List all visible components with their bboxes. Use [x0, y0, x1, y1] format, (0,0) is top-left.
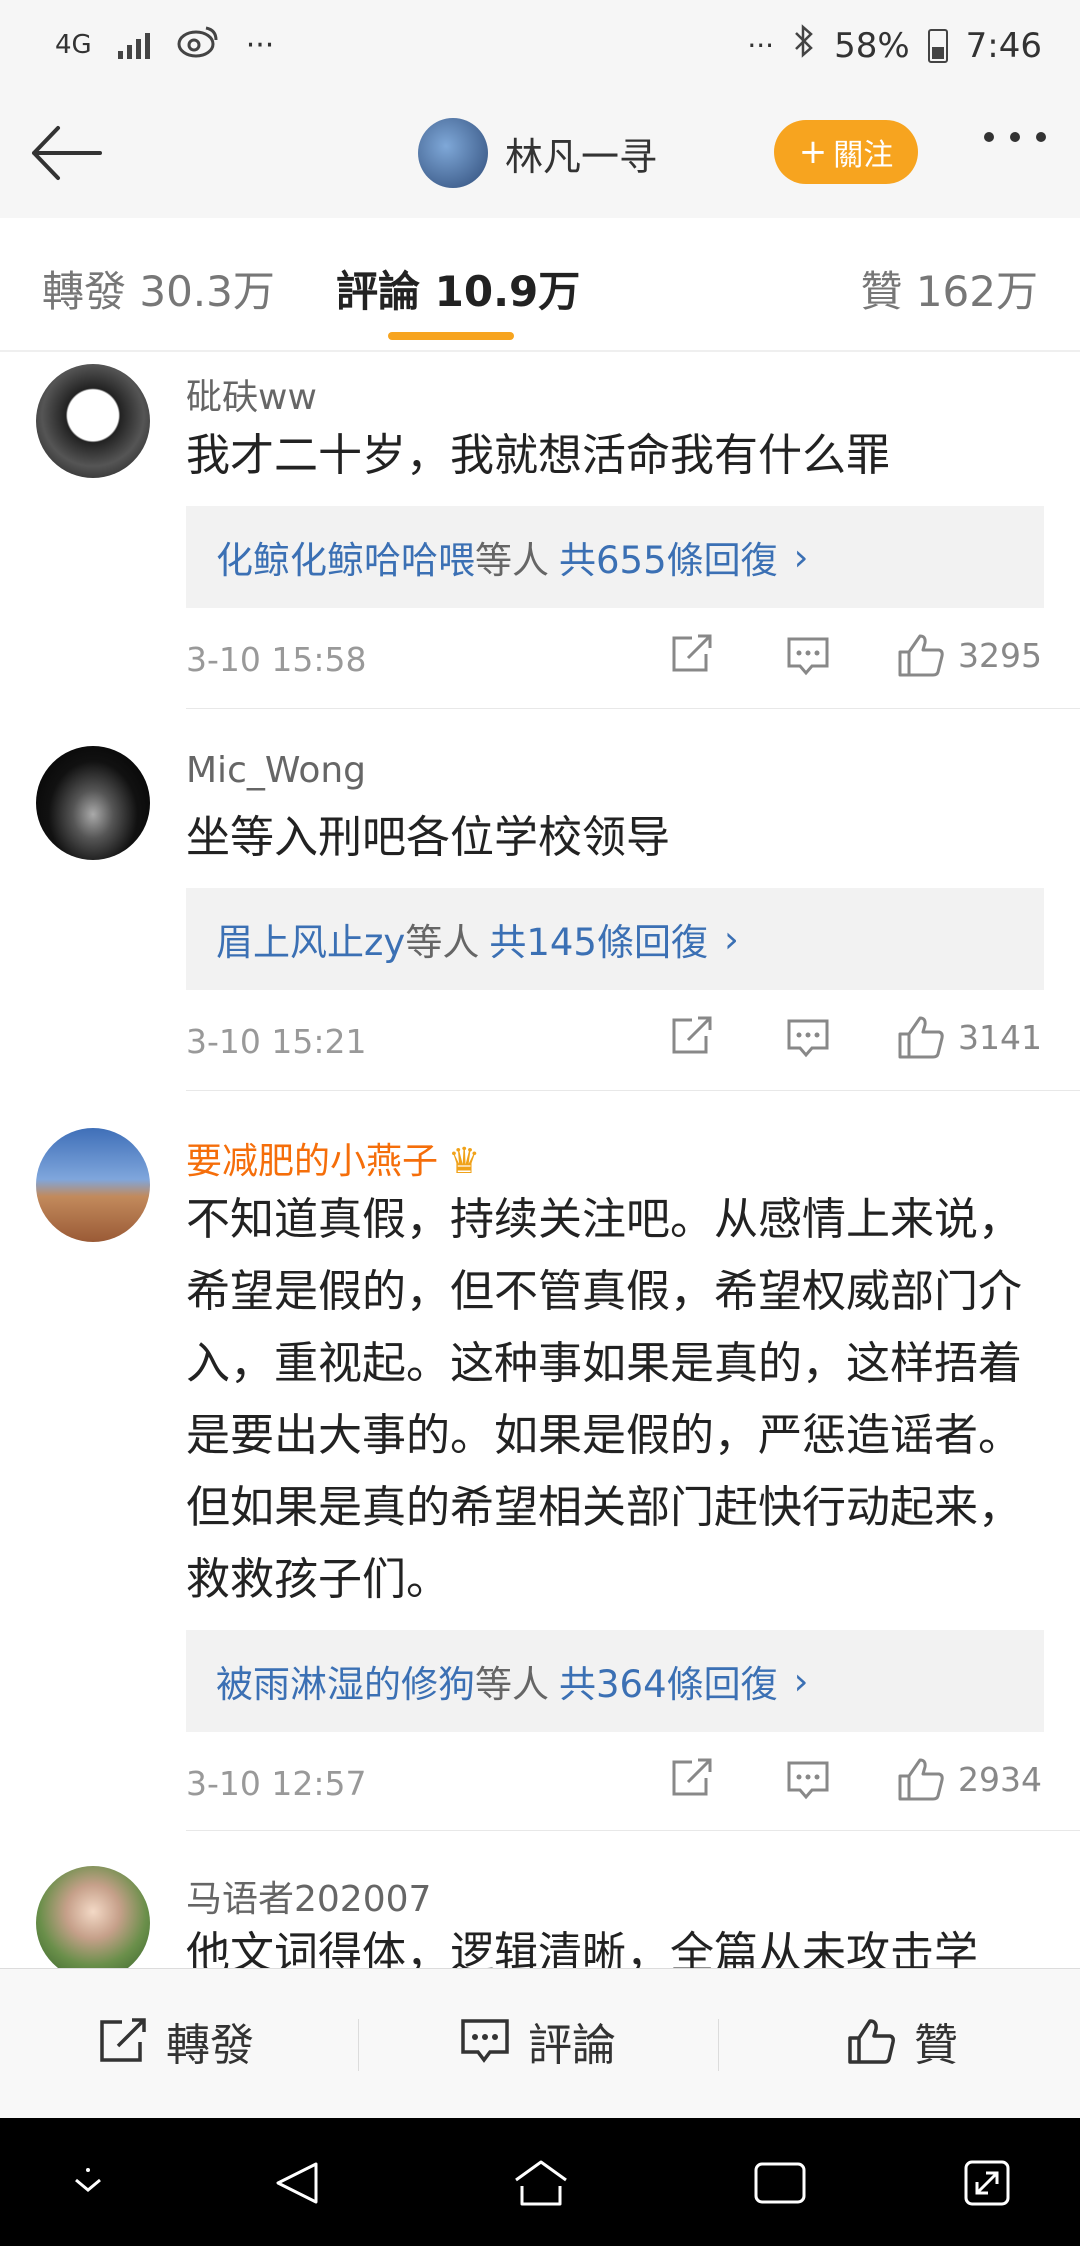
like-comment-button[interactable]: 2934 [896, 1756, 1042, 1802]
plus-icon: + [798, 132, 828, 172]
commenter-avatar[interactable] [36, 1128, 150, 1242]
like-label: 贊 [914, 2020, 958, 2071]
commenter-name[interactable]: Mic_Wong [186, 750, 366, 791]
bottom-action-bar: 轉發 評論 贊 [0, 1968, 1080, 2119]
more-options-button[interactable] [984, 132, 1046, 142]
comment-divider [186, 1090, 1080, 1091]
reply-users: 化鲸化鲸哈哈喂 [216, 539, 475, 582]
like-count: 3141 [958, 1017, 1042, 1057]
share-icon [672, 1758, 712, 1796]
commenter-avatar[interactable] [36, 364, 150, 478]
reply-mid: 等人 [475, 1663, 549, 1706]
reply-mid: 等人 [405, 921, 480, 964]
back-arrow-icon [32, 126, 102, 180]
crown-badge-icon: ♛ [448, 1141, 481, 1182]
comment-label: 評論 [528, 2020, 616, 2071]
reply-summary[interactable]: 被雨淋湿的修狗 等人 共364條回復 › [186, 1630, 1044, 1732]
comment-divider [186, 708, 1080, 709]
repost-label: 轉發 [166, 2020, 254, 2071]
reply-comment-button[interactable] [786, 1760, 830, 1800]
follow-button[interactable]: + 關注 [774, 120, 918, 184]
repost-icon [100, 2018, 146, 2062]
weibo-icon [176, 24, 220, 66]
like-comment-button[interactable]: 3141 [896, 1014, 1042, 1060]
comment-time: 3-10 15:58 [186, 640, 367, 679]
like-button[interactable]: 贊 [846, 2009, 958, 2073]
like-count: 2934 [958, 1759, 1042, 1799]
commenter-name[interactable]: 砒砆ww [186, 368, 317, 420]
commenter-name[interactable]: 马语者202007 [186, 1870, 431, 1922]
reply-summary[interactable]: 眉上风止zy 等人 共145條回復 › [186, 888, 1044, 990]
tab-reposts[interactable]: 轉發 30.3万 [42, 258, 275, 319]
share-comment-button[interactable] [670, 1016, 714, 1056]
repost-button[interactable]: 轉發 [98, 2009, 254, 2073]
chevron-right-icon: › [793, 1659, 809, 1703]
back-nav-icon[interactable] [272, 2158, 322, 2212]
thumbs-up-icon [898, 1016, 944, 1059]
chevron-right-icon: › [793, 535, 809, 579]
recents-nav-icon[interactable] [752, 2158, 808, 2212]
like-count: 3295 [958, 635, 1042, 675]
battery-icon [927, 28, 948, 63]
active-tab-indicator [388, 332, 514, 340]
tab-bar: 轉發 30.3万 評論 10.9万 贊 162万 [0, 218, 1080, 352]
thumbs-up-icon [898, 634, 944, 677]
comment-icon [787, 1019, 829, 1058]
comment-text: 我才二十岁，我就想活命我有什么罪 [186, 430, 890, 481]
reply-count: 共655條回復 [559, 539, 778, 582]
expand-screen-icon[interactable] [962, 2158, 1012, 2212]
clock: 7:46 [965, 25, 1042, 66]
signal-icon [117, 31, 150, 59]
bottom-separator [718, 2019, 719, 2071]
comment-icon [787, 637, 829, 676]
thumbs-up-icon [898, 1758, 944, 1801]
comment-icon [787, 1761, 829, 1800]
tab-comments[interactable]: 評論 10.9万 [336, 258, 580, 319]
reply-comment-button[interactable] [786, 636, 830, 676]
comment-icon [461, 2019, 509, 2063]
battery-percent: 58% [834, 25, 910, 66]
like-comment-button[interactable]: 3295 [896, 632, 1042, 678]
bottom-separator [358, 2019, 359, 2071]
network-label: 4G [55, 30, 92, 60]
comment-time: 3-10 12:57 [186, 1764, 367, 1803]
follow-label: 關注 [833, 138, 894, 173]
comment-divider [186, 1830, 1080, 1831]
comment-item: 马语者202007 他文词得体，逻辑清晰，全篇从未攻击学 [0, 1862, 1080, 1968]
thumbs-up-icon [848, 2019, 895, 2064]
reply-users: 眉上风止zy [216, 921, 406, 964]
comment-text: 他文词得体，逻辑清晰，全篇从未攻击学 [186, 1928, 978, 1968]
comment-text: 坐等入刑吧各位学校领导 [186, 812, 670, 863]
share-icon [672, 1016, 712, 1054]
reply-mid: 等人 [475, 539, 549, 582]
share-comment-button[interactable] [670, 1758, 714, 1798]
system-nav-bar [0, 2118, 1080, 2246]
reply-users: 被雨淋湿的修狗 [216, 1663, 475, 1706]
share-comment-button[interactable] [670, 634, 714, 674]
comment-time: 3-10 15:21 [186, 1022, 367, 1061]
reply-count: 共364條回復 [559, 1663, 778, 1706]
reply-count: 共145條回復 [489, 921, 708, 964]
comment-text: 不知道真假，持续关注吧。从感情上来说，希望是假的，但不管真假，希望权威部门介入，… [186, 1194, 1022, 1605]
reply-summary[interactable]: 化鲸化鲸哈哈喂 等人 共655條回復 › [186, 506, 1044, 608]
home-nav-icon[interactable] [512, 2158, 570, 2212]
reply-comment-button[interactable] [786, 1018, 830, 1058]
commenter-avatar[interactable] [36, 746, 150, 860]
top-header: 林凡一寻 + 關注 [0, 90, 1080, 219]
author-name[interactable]: 林凡一寻 [505, 126, 657, 181]
bluetooth-icon [792, 24, 816, 67]
back-button[interactable] [28, 120, 104, 186]
more-indicator: ··· [747, 29, 775, 62]
commenter-avatar[interactable] [36, 1866, 150, 1968]
status-bar: 4G ··· ··· 58% 7:46 [0, 0, 1080, 90]
commenter-name-text: 要减肥的小燕子 [186, 1141, 439, 1182]
share-icon [672, 634, 712, 672]
comment-button[interactable]: 評論 [460, 2009, 616, 2073]
chevron-right-icon: › [723, 917, 739, 961]
hide-keyboard-icon[interactable] [68, 2158, 108, 2202]
overflow-indicator: ··· [245, 27, 275, 63]
commenter-name[interactable]: 要减肥的小燕子 ♛ [186, 1132, 480, 1184]
tab-likes[interactable]: 贊 162万 [860, 258, 1038, 319]
author-avatar[interactable] [418, 118, 488, 188]
